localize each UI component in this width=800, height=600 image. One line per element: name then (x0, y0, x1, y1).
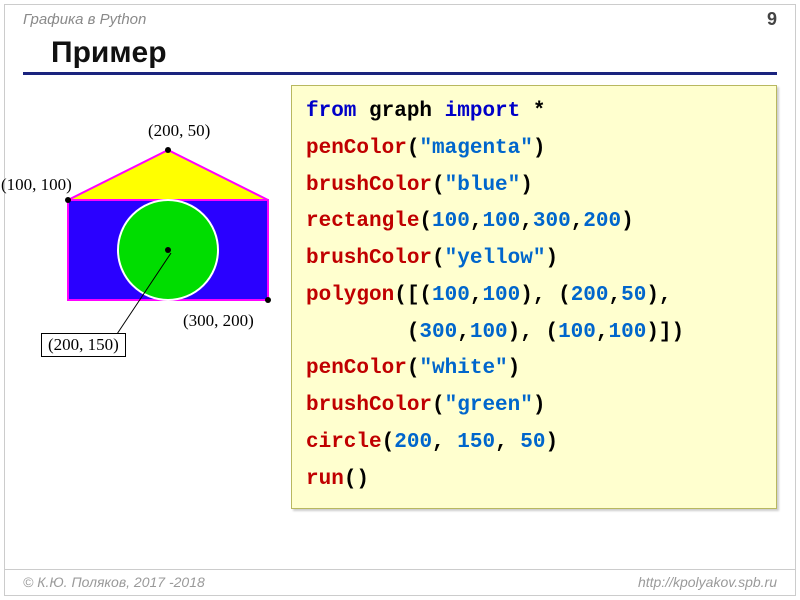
coord-label-br: (300, 200) (183, 311, 254, 331)
footer-url: http://kpolyakov.spb.ru (638, 574, 777, 590)
code-block: from graph import * penColor("magenta") … (291, 85, 777, 509)
coord-label-center: (200, 150) (41, 333, 126, 357)
page-number: 9 (767, 9, 777, 30)
coord-label-top: (200, 50) (148, 121, 210, 141)
slide-title: Пример (23, 30, 777, 75)
diagram-area: (200, 50) (100, 100) (300, 200) (200, 15… (23, 85, 283, 509)
header-topic: Графика в Python (23, 11, 146, 28)
coord-label-tl: (100, 100) (1, 175, 72, 195)
footer-author: © К.Ю. Поляков, 2017 -2018 (23, 574, 205, 590)
